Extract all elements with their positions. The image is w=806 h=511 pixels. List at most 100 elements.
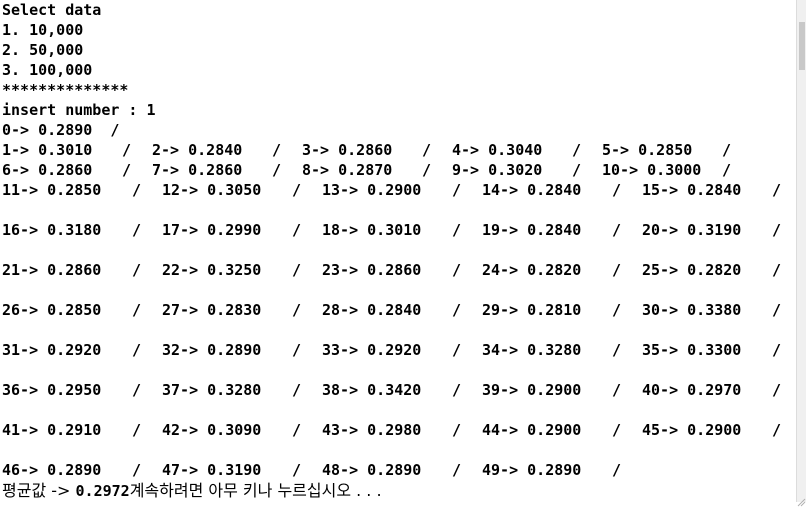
console-footer: 평균값 -> 0.2972계속하려면 아무 키나 누르십시오 . . . <box>2 480 382 502</box>
separator: / <box>422 161 432 179</box>
separator: / <box>292 341 302 359</box>
result-value: 5-> 0.2850 <box>602 141 693 159</box>
result-value: 35-> 0.3300 <box>642 341 742 359</box>
result-value: 44-> 0.2900 <box>482 421 582 439</box>
result-value: 27-> 0.2830 <box>162 301 262 319</box>
separator: / <box>612 261 622 279</box>
result-value: 41-> 0.2910 <box>2 421 102 439</box>
console-line: ************** <box>2 81 129 99</box>
separator: / <box>722 141 732 159</box>
separator: / <box>612 221 622 239</box>
result-value: 43-> 0.2980 <box>322 421 422 439</box>
separator: / <box>292 421 302 439</box>
console-line: 0-> 0.2890 / <box>2 121 120 139</box>
separator: / <box>772 301 782 319</box>
separator: / <box>722 161 732 179</box>
result-value: 45-> 0.2900 <box>642 421 742 439</box>
result-value: 48-> 0.2890 <box>322 461 422 479</box>
result-value: 17-> 0.2990 <box>162 221 262 239</box>
result-value: 19-> 0.2840 <box>482 221 582 239</box>
average-value: 0.2972 <box>75 482 130 500</box>
separator: / <box>452 421 462 439</box>
result-value: 16-> 0.3180 <box>2 221 102 239</box>
separator: / <box>132 381 142 399</box>
result-value: 11-> 0.2850 <box>2 181 102 199</box>
separator: / <box>772 221 782 239</box>
result-value: 15-> 0.2840 <box>642 181 742 199</box>
resize-grip-icon[interactable] <box>797 492 806 507</box>
separator: / <box>292 261 302 279</box>
separator: / <box>132 421 142 439</box>
console-line: 3. 100,000 <box>2 61 93 79</box>
result-value: 12-> 0.3050 <box>162 181 262 199</box>
result-value: 30-> 0.3380 <box>642 301 742 319</box>
result-value: 39-> 0.2900 <box>482 381 582 399</box>
result-value: 13-> 0.2900 <box>322 181 422 199</box>
separator: / <box>292 181 302 199</box>
separator: / <box>452 181 462 199</box>
separator: / <box>452 261 462 279</box>
result-value: 34-> 0.3280 <box>482 341 582 359</box>
average-label: 평균값 -> <box>2 481 76 500</box>
result-value: 36-> 0.2950 <box>2 381 102 399</box>
separator: / <box>452 301 462 319</box>
separator: / <box>422 141 432 159</box>
separator: / <box>772 341 782 359</box>
result-value: 26-> 0.2850 <box>2 301 102 319</box>
result-value: 10-> 0.3000 <box>602 161 702 179</box>
separator: / <box>572 161 582 179</box>
separator: / <box>772 381 782 399</box>
separator: / <box>272 141 282 159</box>
result-value: 37-> 0.3280 <box>162 381 262 399</box>
result-value: 38-> 0.3420 <box>322 381 422 399</box>
separator: / <box>612 341 622 359</box>
separator: / <box>132 261 142 279</box>
result-value: 20-> 0.3190 <box>642 221 742 239</box>
result-value: 21-> 0.2860 <box>2 261 102 279</box>
result-value: 3-> 0.2860 <box>302 141 393 159</box>
separator: / <box>612 381 622 399</box>
result-value: 2-> 0.2840 <box>152 141 243 159</box>
separator: / <box>132 181 142 199</box>
separator: / <box>612 181 622 199</box>
separator: / <box>292 461 302 479</box>
result-value: 29-> 0.2810 <box>482 301 582 319</box>
result-value: 7-> 0.2860 <box>152 161 243 179</box>
result-value: 28-> 0.2840 <box>322 301 422 319</box>
result-value: 42-> 0.3090 <box>162 421 262 439</box>
separator: / <box>122 161 132 179</box>
separator: / <box>132 221 142 239</box>
separator: / <box>772 181 782 199</box>
separator: / <box>452 341 462 359</box>
separator: / <box>272 161 282 179</box>
console-line: 2. 50,000 <box>2 41 84 59</box>
vertical-scrollbar[interactable] <box>796 0 806 502</box>
result-value: 40-> 0.2970 <box>642 381 742 399</box>
separator: / <box>612 421 622 439</box>
result-value: 9-> 0.3020 <box>452 161 543 179</box>
separator: / <box>292 301 302 319</box>
result-value: 4-> 0.3040 <box>452 141 543 159</box>
result-value: 46-> 0.2890 <box>2 461 102 479</box>
result-value: 8-> 0.2870 <box>302 161 393 179</box>
separator: / <box>612 301 622 319</box>
scroll-thumb[interactable] <box>799 22 805 70</box>
result-value: 22-> 0.3250 <box>162 261 262 279</box>
result-value: 14-> 0.2840 <box>482 181 582 199</box>
separator: / <box>452 221 462 239</box>
continue-prompt: 계속하려면 아무 키나 누르십시오 . . . <box>129 481 382 500</box>
result-value: 32-> 0.2890 <box>162 341 262 359</box>
separator: / <box>772 421 782 439</box>
separator: / <box>132 461 142 479</box>
console-line: insert number : 1 <box>2 101 156 119</box>
separator: / <box>452 461 462 479</box>
separator: / <box>572 141 582 159</box>
result-value: 47-> 0.3190 <box>162 461 262 479</box>
result-value: 23-> 0.2860 <box>322 261 422 279</box>
console-line: Select data <box>2 1 102 19</box>
result-value: 31-> 0.2920 <box>2 341 102 359</box>
console-output: Select data 1. 10,000 2. 50,000 3. 100,0… <box>0 0 796 502</box>
result-value: 25-> 0.2820 <box>642 261 742 279</box>
console-line: 1. 10,000 <box>2 21 84 39</box>
result-value: 33-> 0.2920 <box>322 341 422 359</box>
